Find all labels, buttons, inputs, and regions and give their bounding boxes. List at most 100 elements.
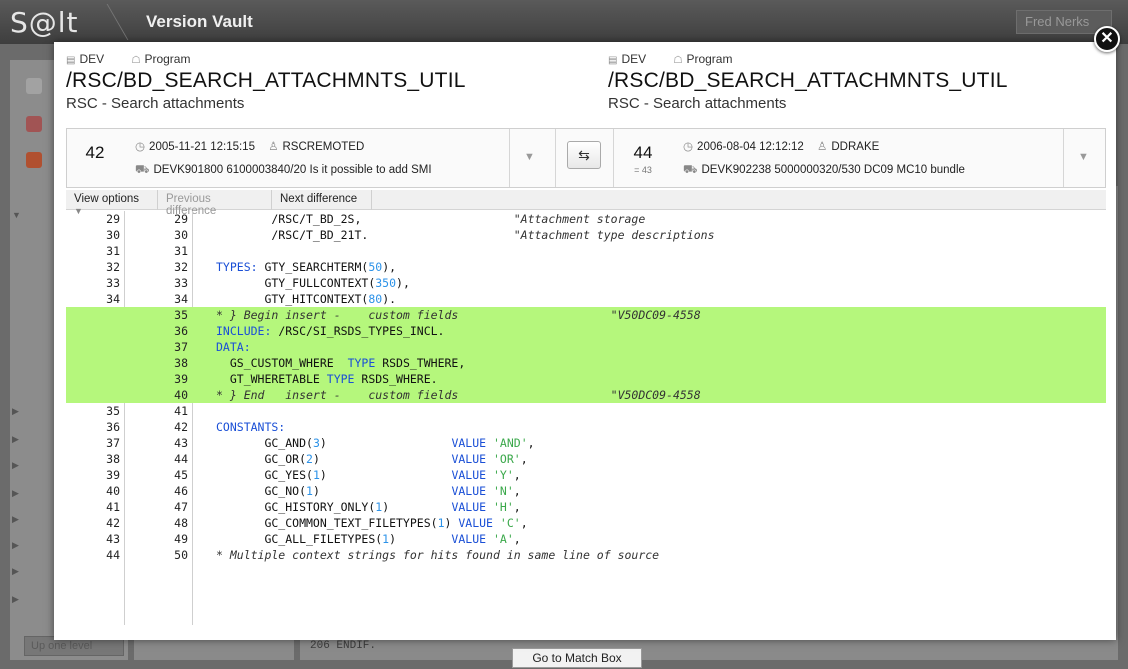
right-version-dropdown[interactable]: ▼ — [1063, 129, 1103, 187]
code-token: GC_NO( — [216, 484, 307, 498]
left-version-selector[interactable]: 42 ◷ 2005-11-21 12:15:15 ♙ RSCREMOTED ⛟ DEV… — [67, 129, 555, 187]
swap-versions-button[interactable]: ⇆ — [567, 141, 601, 169]
right-transport-text: DEVK902238 5000000320/530 DC09 MC10 bund… — [701, 164, 965, 176]
old-line-number: 37 — [106, 436, 120, 450]
app-title: Version Vault — [146, 12, 253, 31]
salt-logo[interactable]: S@lt — [10, 6, 79, 39]
code-token: /RSC/SI_RSDS_TYPES_INCL. — [271, 324, 445, 338]
new-line-number: 39 — [174, 372, 188, 386]
new-line-number: 43 — [174, 436, 188, 450]
code-token: CONSTANTS: — [216, 420, 286, 434]
expand-arrow-icon[interactable]: ▶ — [12, 594, 19, 605]
old-line-number: 40 — [106, 484, 120, 498]
source-code: /RSC/T_BD_21T. "Attachment type descript… — [216, 227, 715, 243]
new-line-number: 31 — [174, 244, 188, 258]
version-selector-bar: 42 ◷ 2005-11-21 12:15:15 ♙ RSCREMOTED ⛟ DEV… — [66, 128, 1106, 188]
code-token: GT_WHERETABLE — [216, 372, 327, 386]
code-token: VALUE — [451, 484, 487, 498]
code-token: ), — [382, 260, 397, 274]
right-user: DDRAKE — [831, 141, 880, 153]
code-token: ). — [382, 292, 397, 306]
right-version-selector[interactable]: 44 = 43 ◷ 2006-08-04 12:12:12 ♙ DDRAKE ⛟ DE… — [615, 129, 1105, 187]
left-version-number: 42 — [85, 143, 105, 162]
left-transport: ⛟ DEVK901800 6100003840/20 Is it possible… — [135, 163, 497, 178]
expand-arrow-icon[interactable]: ▼ — [12, 210, 21, 220]
code-token: GC_OR( — [216, 452, 307, 466]
left-user: RSCREMOTED — [282, 141, 365, 153]
source-code: DATA: — [216, 339, 251, 355]
right-object-description: RSC - Search attachments — [608, 95, 787, 112]
expand-arrow-icon[interactable]: ▶ — [12, 514, 19, 525]
user-icon: ♙ — [268, 141, 279, 153]
code-token: 'H' — [493, 500, 514, 514]
source-code: GTY_FULLCONTEXT(350), — [216, 275, 409, 291]
left-version-dropdown[interactable]: ▼ — [509, 129, 549, 187]
expand-arrow-icon[interactable]: ▶ — [12, 540, 19, 551]
right-version-base: = 43 — [634, 165, 652, 175]
view-options-button[interactable]: View options ▼ — [66, 190, 158, 216]
diff-code-view[interactable]: 29 29 /RSC/T_BD_2S, "Attachment storage 30… — [66, 211, 1106, 625]
expand-arrow-icon[interactable]: ▶ — [12, 460, 19, 471]
code-token: , — [513, 468, 521, 482]
chevron-down-icon: ▼ — [524, 151, 535, 163]
code-token: , — [520, 452, 528, 466]
code-token: RSDS_WHERE. — [354, 372, 438, 386]
old-line-number: 30 — [106, 228, 120, 242]
new-line-number: 33 — [174, 276, 188, 290]
code-token: VALUE — [451, 532, 487, 546]
old-line-number: 34 — [106, 292, 120, 306]
previous-difference-button[interactable]: Previous difference — [158, 190, 272, 217]
code-row: 43 49 GC_ALL_FILETYPES(1) VALUE 'A', — [66, 531, 1106, 547]
code-token: /RSC/T_BD_2S, — [216, 212, 514, 226]
close-dialog-button[interactable]: ✕ — [1094, 26, 1120, 52]
clock-icon: ◷ — [135, 141, 146, 153]
system-icon: ▤ — [608, 55, 618, 66]
source-code: GC_OR(2) VALUE 'OR', — [216, 451, 528, 467]
next-difference-button[interactable]: Next difference — [272, 190, 372, 210]
program-icon: ☖ — [673, 55, 683, 66]
code-row: 29 29 /RSC/T_BD_2S, "Attachment storage — [66, 211, 1106, 227]
inserted-code-row: 37 DATA: — [66, 339, 1106, 355]
code-token: VALUE — [451, 452, 487, 466]
old-line-number: 43 — [106, 532, 120, 546]
old-line-number: 35 — [106, 404, 120, 418]
expand-arrow-icon[interactable]: ▶ — [12, 434, 19, 445]
new-line-number: 29 — [174, 212, 188, 226]
background-code-line: 206 ENDIF. — [310, 640, 377, 652]
new-line-number: 46 — [174, 484, 188, 498]
code-row: 37 43 GC_AND(3) VALUE 'AND', — [66, 435, 1106, 451]
expand-arrow-icon[interactable]: ▶ — [12, 406, 19, 417]
code-token: GTY_FULLCONTEXT( — [216, 276, 376, 290]
diff-toolbar: View options ▼ Previous difference Next … — [66, 190, 1106, 217]
go-to-match-box-button[interactable]: Go to Match Box — [512, 648, 642, 668]
code-token: 'C' — [499, 516, 521, 530]
expand-arrow-icon[interactable]: ▶ — [12, 566, 19, 577]
source-code: GTY_HITCONTEXT(80). — [216, 291, 396, 307]
source-code: GC_HISTORY_ONLY(1) VALUE 'H', — [216, 499, 520, 515]
new-line-number: 44 — [174, 452, 188, 466]
code-token: * } End insert - custom fields "V50DC09-… — [216, 388, 701, 402]
code-token: 80 — [368, 292, 383, 306]
new-line-number: 38 — [174, 356, 188, 370]
clock-icon: ◷ — [683, 141, 694, 153]
old-line-number: 39 — [106, 468, 120, 482]
new-line-number: 30 — [174, 228, 188, 242]
transport-icon: ⛟ — [135, 164, 150, 176]
expand-arrow-icon[interactable]: ▶ — [12, 488, 19, 499]
old-line-number: 32 — [106, 260, 120, 274]
code-token: 'N' — [493, 484, 514, 498]
new-line-number: 40 — [174, 388, 188, 402]
code-token: TYPES: — [216, 260, 258, 274]
old-line-number: 31 — [106, 244, 120, 258]
old-line-number: 33 — [106, 276, 120, 290]
code-token: , — [513, 484, 521, 498]
code-token: "Attachment type descriptions — [513, 228, 715, 242]
code-token: 3 — [312, 436, 320, 450]
old-line-number: 29 — [106, 212, 120, 226]
code-token: ) — [312, 484, 452, 498]
code-token: 2 — [306, 452, 313, 466]
source-code: GC_NO(1) VALUE 'N', — [216, 483, 521, 499]
left-object-type: Program — [144, 52, 191, 66]
